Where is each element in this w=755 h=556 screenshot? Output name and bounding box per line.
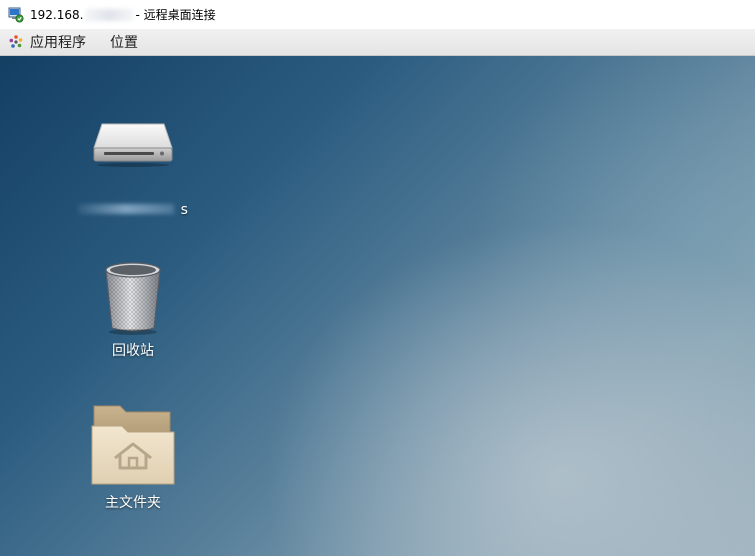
remote-desktop-window: 192.168. - 远程桌面连接 应用程序 位置 s 回收站 主文件夹 (0, 0, 755, 556)
drive-label: s (73, 202, 193, 218)
desktop-background: s 回收站 主文件夹 (0, 56, 755, 556)
remote-desktop-icon (8, 7, 24, 23)
applications-menu[interactable]: 应用程序 (0, 29, 94, 55)
gnome-foot-icon (8, 34, 24, 50)
redacted-drive-name (78, 204, 175, 214)
home-folder-icon (91, 405, 175, 485)
drive-label-suffix: s (180, 202, 188, 218)
desktop-icon-home[interactable]: 主文件夹 (73, 402, 193, 512)
places-menu[interactable]: 位置 (102, 29, 146, 55)
trash-label: 回收站 (112, 343, 154, 359)
trash-icon (105, 262, 161, 335)
desktop-icon-trash[interactable]: 回收站 (73, 258, 193, 360)
title-bar: 192.168. - 远程桌面连接 (0, 0, 755, 29)
hard-drive-icon (93, 123, 173, 167)
title-ip-prefix: 192.168. (30, 7, 84, 22)
applications-label: 应用程序 (30, 35, 86, 51)
window-title: 192.168. - 远程桌面连接 (30, 6, 216, 23)
places-label: 位置 (110, 35, 138, 51)
redacted-ip (85, 8, 134, 21)
top-panel: 应用程序 位置 (0, 29, 755, 56)
title-suffix: - 远程桌面连接 (135, 8, 216, 22)
desktop-icon-drive[interactable]: s (73, 120, 193, 218)
home-label: 主文件夹 (105, 495, 161, 511)
